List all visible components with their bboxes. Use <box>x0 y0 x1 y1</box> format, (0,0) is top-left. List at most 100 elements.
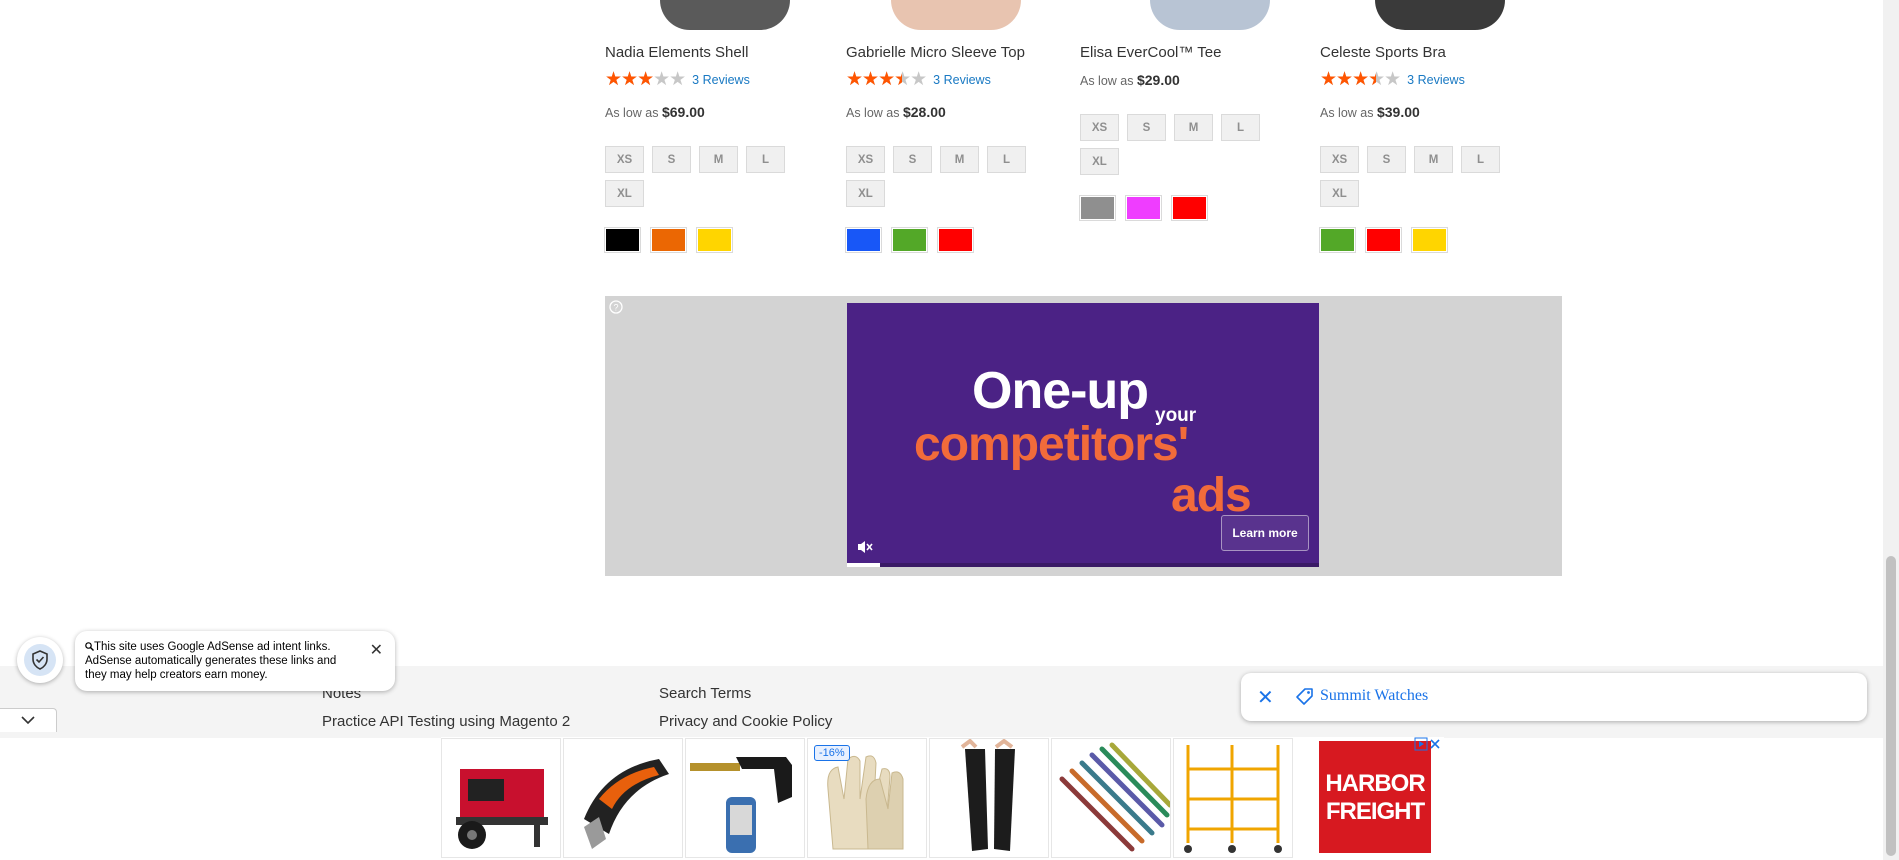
product-price: As low as $69.00 <box>605 104 705 120</box>
ad-tile-scaffold[interactable] <box>1173 738 1293 858</box>
collapse-button[interactable] <box>0 708 57 732</box>
color-swatch-purple[interactable] <box>1125 195 1162 221</box>
product-rating: ★★★★★★★★★★ 3 Reviews <box>605 70 750 90</box>
product-price: As low as $28.00 <box>846 104 946 120</box>
footer-link-privacy[interactable]: Privacy and Cookie Policy <box>659 713 832 730</box>
search-icon <box>85 642 94 651</box>
size-xs[interactable]: XS <box>1320 146 1359 173</box>
footer-link-search-terms[interactable]: Search Terms <box>659 685 751 702</box>
color-swatch-blue[interactable] <box>845 227 882 253</box>
ad-tile-generator[interactable] <box>441 738 561 858</box>
ad-tile-shears[interactable] <box>563 738 683 858</box>
svg-text:HARBOR: HARBOR <box>1325 770 1425 797</box>
reviews-link[interactable]: 3 Reviews <box>933 73 991 87</box>
color-swatch-red[interactable] <box>937 227 974 253</box>
ad-tile-drill-bits[interactable] <box>1051 738 1171 858</box>
size-s[interactable]: S <box>1367 146 1406 173</box>
size-m[interactable]: M <box>940 146 979 173</box>
product-price: As low as $29.00 <box>1080 72 1180 88</box>
size-s[interactable]: S <box>893 146 932 173</box>
close-icon[interactable]: ✕ <box>1257 685 1274 710</box>
help-icon[interactable]: ? <box>609 300 623 314</box>
color-swatch-red[interactable] <box>1365 227 1402 253</box>
svg-text:?: ? <box>613 303 618 313</box>
product-name[interactable]: Celeste Sports Bra <box>1320 44 1446 61</box>
learn-more-button[interactable]: Learn more <box>1221 515 1309 551</box>
arm-sleeves-image <box>960 739 1015 851</box>
size-xl[interactable]: XL <box>1320 180 1359 207</box>
product-rating: ★★★★★★★★★★ 3 Reviews <box>846 70 991 90</box>
size-xl[interactable]: XL <box>1080 148 1119 175</box>
harbor-freight-logo: HARBOR FREIGHT <box>1325 770 1425 825</box>
size-s[interactable]: S <box>1127 114 1166 141</box>
product-card: Elisa EverCool™ Tee As low as $29.00 XS … <box>1079 0 1290 221</box>
reviews-link[interactable]: 3 Reviews <box>692 73 750 87</box>
brand-logo[interactable]: HARBOR FREIGHT <box>1319 741 1431 853</box>
bottom-ad-strip[interactable]: -16% <box>441 737 1444 860</box>
product-image[interactable] <box>846 0 1056 32</box>
adchoices-icon[interactable] <box>1414 737 1442 754</box>
product-image[interactable] <box>1320 0 1530 32</box>
size-xl[interactable]: XL <box>846 180 885 207</box>
ad-tile-gloves[interactable]: -16% <box>807 738 927 858</box>
scaffold-image <box>1184 745 1282 853</box>
size-l[interactable]: L <box>1461 146 1500 173</box>
scrollbar-thumb[interactable] <box>1886 556 1896 856</box>
propane-torch-image <box>690 757 792 853</box>
rating-stars: ★★★★★★★★★★ <box>1320 69 1401 90</box>
adsense-notice-text: This site uses Google AdSense ad intent … <box>85 641 337 681</box>
suggestion-label[interactable]: Summit Watches <box>1320 687 1428 705</box>
mute-icon[interactable] <box>856 539 874 555</box>
search-suggestion-chip[interactable]: ✕ Summit Watches <box>1241 673 1867 721</box>
size-xs[interactable]: XS <box>846 146 885 173</box>
color-swatch-green[interactable] <box>1319 227 1356 253</box>
chevron-down-icon <box>21 716 35 725</box>
color-swatch-green[interactable] <box>891 227 928 253</box>
ad-headline-2: competitors' <box>914 418 1189 471</box>
product-card: Gabrielle Micro Sleeve Top ★★★★★★★★★★ 3 … <box>845 0 1056 253</box>
color-swatch-orange[interactable] <box>650 227 687 253</box>
discount-badge: -16% <box>814 745 850 761</box>
footer-link-practice-api[interactable]: Practice API Testing using Magento 2 <box>322 713 570 730</box>
video-progress-bar[interactable] <box>847 563 1319 567</box>
size-m[interactable]: M <box>699 146 738 173</box>
ad-tile-arm-sleeves[interactable] <box>929 738 1049 858</box>
rating-stars: ★★★★★★★★★★ <box>846 69 927 90</box>
color-swatch-yellow[interactable] <box>696 227 733 253</box>
product-image[interactable] <box>1080 0 1290 32</box>
product-card: Celeste Sports Bra ★★★★★★★★★★ 3 Reviews … <box>1319 0 1530 253</box>
size-m[interactable]: M <box>1174 114 1213 141</box>
ad-headline-1: One-up <box>972 362 1149 420</box>
size-xl[interactable]: XL <box>605 180 644 207</box>
reviews-link[interactable]: 3 Reviews <box>1407 73 1465 87</box>
product-price: As low as $39.00 <box>1320 104 1420 120</box>
product-name[interactable]: Gabrielle Micro Sleeve Top <box>846 44 1025 61</box>
product-name[interactable]: Nadia Elements Shell <box>605 44 748 61</box>
size-m[interactable]: M <box>1414 146 1453 173</box>
shield-check-icon <box>32 650 48 670</box>
product-image[interactable] <box>605 0 815 32</box>
video-ad[interactable]: One-up your competitors' ads Learn more <box>847 303 1319 567</box>
adsense-shield-button[interactable] <box>17 637 63 683</box>
adchoices-icon-graphic <box>1414 737 1440 751</box>
electric-shears-image <box>584 759 669 849</box>
adsense-notice: This site uses Google AdSense ad intent … <box>75 631 395 691</box>
size-l[interactable]: L <box>1221 114 1260 141</box>
color-swatch-red[interactable] <box>1171 195 1208 221</box>
drill-bits-image <box>1059 742 1170 852</box>
color-swatch-gray[interactable] <box>1079 195 1116 221</box>
product-name[interactable]: Elisa EverCool™ Tee <box>1080 44 1221 61</box>
color-swatch-black[interactable] <box>604 227 641 253</box>
product-card: Nadia Elements Shell ★★★★★★★★★★ 3 Review… <box>604 0 815 253</box>
tag-icon <box>1296 688 1313 705</box>
ad-tile-torch[interactable] <box>685 738 805 858</box>
size-l[interactable]: L <box>987 146 1026 173</box>
size-s[interactable]: S <box>652 146 691 173</box>
size-xs[interactable]: XS <box>605 146 644 173</box>
product-rating: ★★★★★★★★★★ 3 Reviews <box>1320 70 1465 90</box>
size-l[interactable]: L <box>746 146 785 173</box>
size-xs[interactable]: XS <box>1080 114 1119 141</box>
adsense-notice-text-wrap: This site uses Google AdSense ad intent … <box>85 640 355 682</box>
color-swatch-yellow[interactable] <box>1411 227 1448 253</box>
close-icon[interactable]: ✕ <box>370 640 383 660</box>
